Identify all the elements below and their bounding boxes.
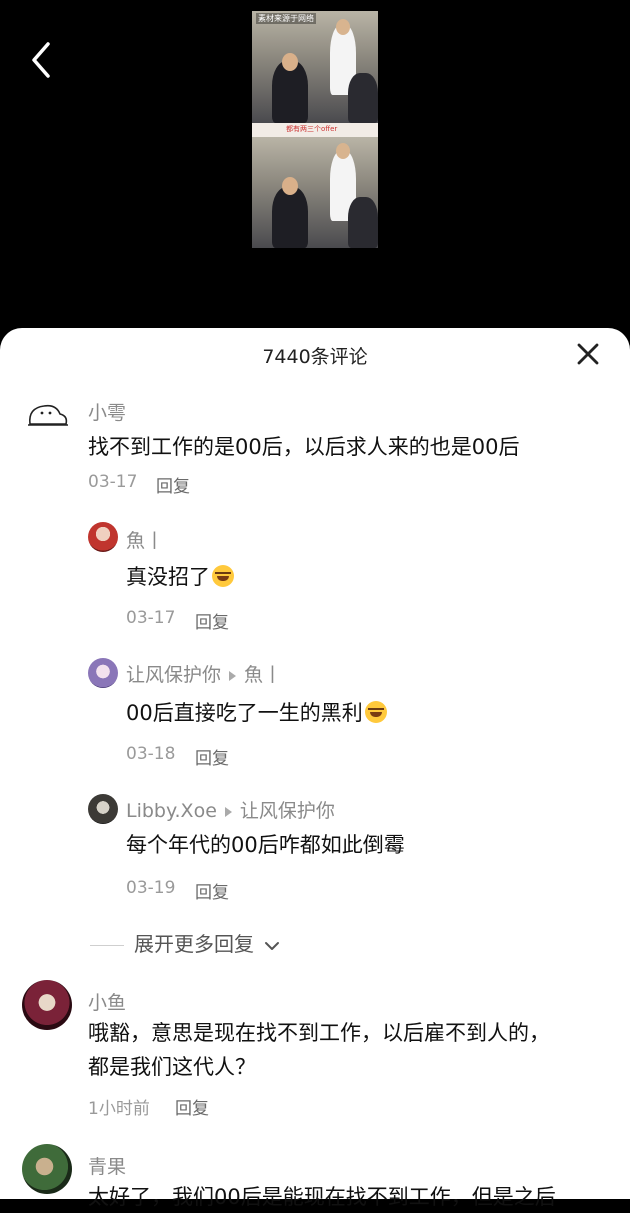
video-caption: 素材来源于网络	[256, 13, 316, 24]
commenter-name[interactable]: 让风保护你 魚丨	[126, 660, 282, 687]
comment-text: 00后直接吃了一生的黑利	[126, 698, 387, 729]
video-area: 素材来源于网络 都有两三个offer	[0, 0, 630, 340]
comment-text: 找不到工作的是00后，以后求人来的也是00后	[88, 435, 520, 459]
comments-sheet: 7440条评论 小雩 找不到工作的是00后，以后求人来的也是00后 03-17 …	[0, 328, 630, 1209]
reply-button[interactable]: 回复	[195, 744, 229, 769]
expand-more-replies-button[interactable]: 展开更多回复	[90, 928, 280, 957]
comment-time: 03-19	[126, 878, 176, 898]
video-frame-top	[252, 11, 378, 123]
reply-item: Libby.Xoe 让风保护你 每个年代的00后咋都如此倒霉 03-19 回复	[0, 792, 630, 903]
comment-time: 03-17	[88, 472, 138, 492]
laughing-tears-emoji-icon	[364, 701, 387, 723]
avatar[interactable]	[22, 980, 72, 1030]
reply-to-name[interactable]: 让风保护你	[240, 800, 335, 822]
comment-text: 太好了，我们00后是能现在找不到工作，但是之后	[88, 1185, 556, 1209]
comment-item: 青果 太好了，我们00后是能现在找不到工作，但是之后	[0, 1144, 630, 1209]
video-frame-bottom	[252, 137, 378, 248]
video-subtitle-band: 都有两三个offer	[252, 123, 378, 137]
reply-button[interactable]: 回复	[156, 472, 190, 497]
back-arrow-icon[interactable]	[28, 40, 56, 80]
comment-item: 小鱼 哦豁，意思是现在找不到工作，以后雇不到人的， 都是我们这代人？ 1小时前 …	[0, 980, 630, 1120]
commenter-name[interactable]: 小雩	[88, 398, 126, 425]
divider	[90, 945, 124, 946]
commenter-name[interactable]: 小鱼	[88, 988, 126, 1015]
avatar[interactable]	[26, 398, 70, 428]
close-icon[interactable]	[574, 340, 602, 368]
comment-text-line-2: 都是我们这代人？	[88, 1055, 256, 1079]
reply-item: 让风保护你 魚丨 00后直接吃了一生的黑利 03-18 回复	[0, 656, 630, 776]
reply-button[interactable]: 回复	[175, 1094, 209, 1119]
commenter-name[interactable]: 魚丨	[126, 526, 164, 553]
reply-button[interactable]: 回复	[195, 608, 229, 633]
avatar[interactable]	[88, 794, 118, 824]
reply-to-arrow-icon	[224, 806, 232, 817]
avatar[interactable]	[22, 1144, 72, 1194]
comment-text: 真没招了	[126, 562, 234, 593]
video-subtitle: 都有两三个offer	[286, 125, 338, 133]
commenter-name[interactable]: Libby.Xoe 让风保护你	[126, 796, 335, 823]
comment-text-line-1: 哦豁，意思是现在找不到工作，以后雇不到人的，	[88, 1021, 550, 1045]
avatar[interactable]	[88, 522, 118, 552]
comment-item: 小雩 找不到工作的是00后，以后求人来的也是00后 03-17 回复	[0, 394, 630, 504]
chevron-down-icon	[265, 941, 280, 950]
comment-time: 1小时前	[88, 1099, 150, 1119]
commenter-name[interactable]: 青果	[88, 1152, 126, 1179]
comment-time: 03-17	[126, 608, 176, 628]
comment-count-title: 7440条评论	[262, 346, 368, 368]
reply-to-arrow-icon	[229, 670, 237, 681]
reply-item: 魚丨 真没招了 03-17 回复	[0, 518, 630, 638]
comment-text: 每个年代的00后咋都如此倒霉	[126, 833, 405, 857]
laughing-tears-emoji-icon	[212, 565, 234, 587]
reply-button[interactable]: 回复	[195, 878, 229, 903]
reply-to-name[interactable]: 魚丨	[244, 664, 282, 686]
video-player[interactable]: 素材来源于网络 都有两三个offer	[252, 11, 378, 248]
comment-time: 03-18	[126, 744, 176, 764]
avatar[interactable]	[88, 658, 118, 688]
